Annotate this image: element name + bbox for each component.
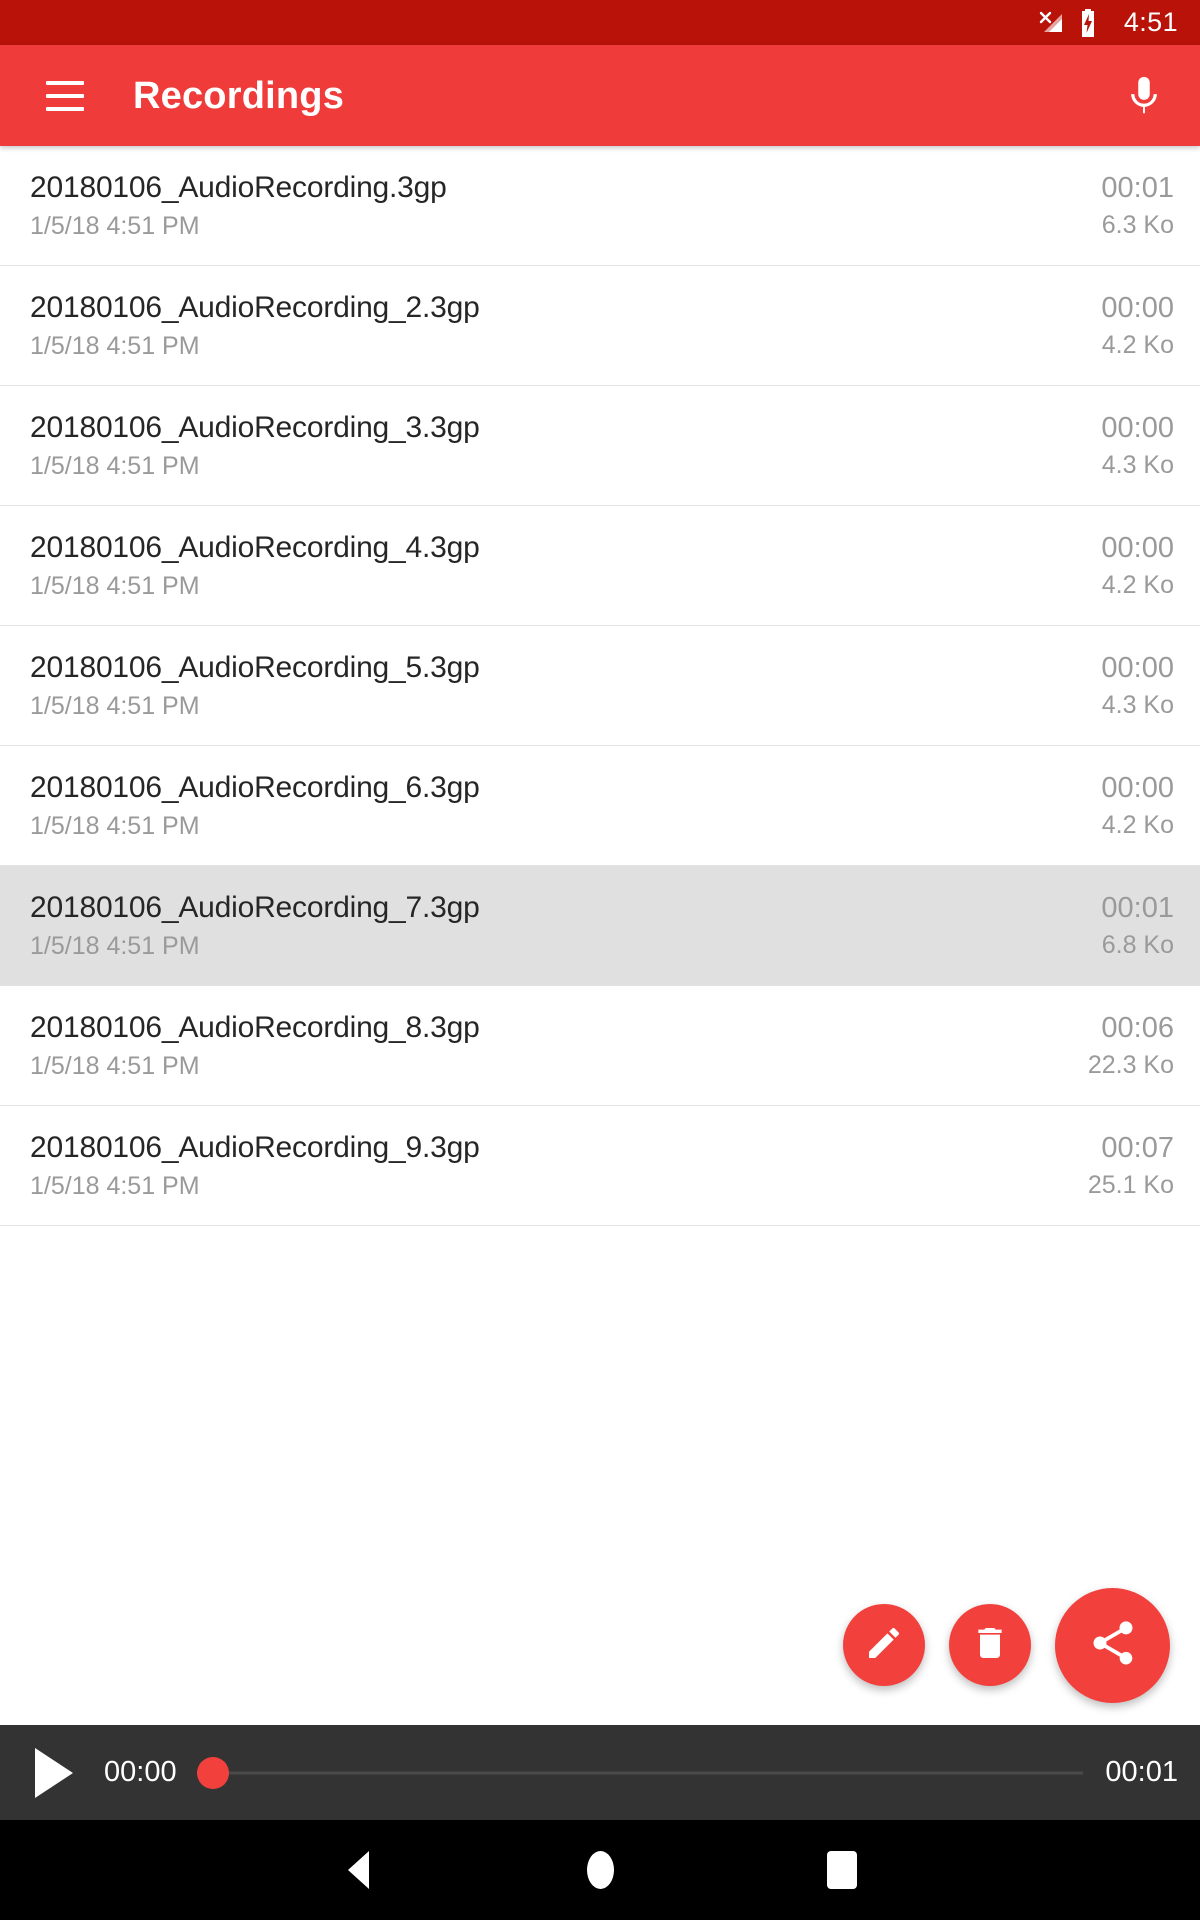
back-glyph: [347, 1851, 369, 1889]
recording-name: 20180106_AudioRecording_3.3gp: [30, 411, 480, 445]
recents-glyph: [827, 1851, 857, 1889]
row-left: 20180106_AudioRecording_5.3gp 1/5/18 4:5…: [30, 652, 480, 719]
cellular-no-sim-icon: [1038, 10, 1064, 36]
table-row[interactable]: 20180106_AudioRecording_3.3gp 1/5/18 4:5…: [0, 386, 1200, 506]
fab-group: [843, 1565, 1170, 1725]
row-left: 20180106_AudioRecording_4.3gp 1/5/18 4:5…: [30, 532, 480, 599]
recording-size: 22.3 Ko: [1087, 1051, 1174, 1080]
app-bar: Recordings: [0, 45, 1200, 146]
row-left: 20180106_AudioRecording_8.3gp 1/5/18 4:5…: [30, 1012, 480, 1079]
audio-player-bar: 00:00 00:01: [0, 1725, 1200, 1820]
recording-size: 25.1 Ko: [1087, 1171, 1174, 1200]
recording-duration: 00:00: [1101, 411, 1174, 444]
table-row[interactable]: 20180106_AudioRecording_5.3gp 1/5/18 4:5…: [0, 626, 1200, 746]
recording-size: 6.3 Ko: [1101, 211, 1174, 240]
table-row[interactable]: 20180106_AudioRecording_9.3gp 1/5/18 4:5…: [0, 1106, 1200, 1226]
delete-fab[interactable]: [949, 1604, 1031, 1686]
status-bar-clock: 4:51: [1123, 7, 1178, 37]
share-icon: [1087, 1617, 1139, 1674]
recording-duration: 00:07: [1101, 1131, 1174, 1164]
play-triangle: [35, 1747, 73, 1798]
status-bar: 4:51: [0, 0, 1200, 45]
recording-size: 4.2 Ko: [1101, 571, 1174, 600]
recording-name: 20180106_AudioRecording_7.3gp: [30, 891, 480, 925]
row-left: 20180106_AudioRecording_7.3gp 1/5/18 4:5…: [30, 892, 480, 959]
recording-name: 20180106_AudioRecording_5.3gp: [30, 651, 480, 685]
table-row[interactable]: 20180106_AudioRecording_4.3gp 1/5/18 4:5…: [0, 506, 1200, 626]
recording-date: 1/5/18 4:51 PM: [30, 211, 200, 240]
row-right: 00:01 6.3 Ko: [1101, 171, 1174, 240]
battery-charging-icon: [1078, 8, 1098, 38]
phone-screen: 4:51 Recordings 20180106_AudioRecording.…: [0, 0, 1200, 1920]
recording-duration: 00:00: [1101, 291, 1174, 324]
home-circle-icon[interactable]: [565, 1835, 635, 1905]
hamburger-menu-icon[interactable]: [42, 73, 88, 119]
table-row-selected[interactable]: 20180106_AudioRecording_7.3gp 1/5/18 4:5…: [0, 866, 1200, 986]
hamburger-bar: [46, 106, 84, 111]
row-left: 20180106_AudioRecording_3.3gp 1/5/18 4:5…: [30, 412, 480, 479]
row-right: 00:00 4.3 Ko: [1101, 651, 1174, 720]
recording-name: 20180106_AudioRecording_9.3gp: [30, 1131, 480, 1165]
row-left: 20180106_AudioRecording_6.3gp 1/5/18 4:5…: [30, 772, 480, 839]
recording-date: 1/5/18 4:51 PM: [30, 1051, 200, 1080]
recording-duration: 00:06: [1101, 1011, 1174, 1044]
microphone-icon[interactable]: [1114, 66, 1174, 126]
page-title: Recordings: [133, 74, 345, 117]
seek-slider[interactable]: [196, 1745, 1084, 1801]
row-right: 00:00 4.2 Ko: [1101, 771, 1174, 840]
recording-name: 20180106_AudioRecording_4.3gp: [30, 531, 480, 565]
android-navigation-bar: [0, 1820, 1200, 1920]
row-left: 20180106_AudioRecording.3gp 1/5/18 4:51 …: [30, 172, 447, 239]
player-total-time: 00:01: [1105, 1756, 1178, 1788]
recording-date: 1/5/18 4:51 PM: [30, 331, 200, 360]
pencil-icon: [864, 1623, 904, 1668]
recording-date: 1/5/18 4:51 PM: [30, 571, 200, 600]
recording-date: 1/5/18 4:51 PM: [30, 1171, 200, 1200]
row-right: 00:00 4.3 Ko: [1101, 411, 1174, 480]
recording-name: 20180106_AudioRecording_8.3gp: [30, 1011, 480, 1045]
row-right: 00:00 4.2 Ko: [1101, 291, 1174, 360]
recordings-list[interactable]: 20180106_AudioRecording.3gp 1/5/18 4:51 …: [0, 146, 1200, 1725]
recording-duration: 00:00: [1101, 531, 1174, 564]
recording-duration: 00:00: [1101, 771, 1174, 804]
recording-date: 1/5/18 4:51 PM: [30, 691, 200, 720]
edit-fab[interactable]: [843, 1604, 925, 1686]
recording-date: 1/5/18 4:51 PM: [30, 931, 200, 960]
row-right: 00:06 22.3 Ko: [1087, 1011, 1174, 1080]
recording-name: 20180106_AudioRecording_2.3gp: [30, 291, 480, 325]
back-triangle-icon[interactable]: [323, 1835, 393, 1905]
player-current-time: 00:00: [104, 1756, 177, 1788]
row-right: 00:07 25.1 Ko: [1087, 1131, 1174, 1200]
recording-duration: 00:01: [1101, 171, 1174, 204]
recording-name: 20180106_AudioRecording_6.3gp: [30, 771, 480, 805]
status-icons: 4:51: [1038, 8, 1178, 38]
hamburger-bar: [46, 93, 84, 98]
share-fab[interactable]: [1055, 1587, 1170, 1703]
recording-size: 4.3 Ko: [1101, 691, 1174, 720]
hamburger-bar: [46, 80, 84, 85]
recording-size: 4.3 Ko: [1101, 451, 1174, 480]
home-glyph: [586, 1851, 614, 1889]
recents-square-icon[interactable]: [807, 1835, 877, 1905]
play-icon[interactable]: [26, 1745, 82, 1801]
table-row[interactable]: 20180106_AudioRecording_2.3gp 1/5/18 4:5…: [0, 266, 1200, 386]
seek-track: [196, 1771, 1084, 1774]
recording-size: 4.2 Ko: [1101, 811, 1174, 840]
recording-size: 6.8 Ko: [1101, 931, 1174, 960]
table-row[interactable]: 20180106_AudioRecording_8.3gp 1/5/18 4:5…: [0, 986, 1200, 1106]
row-right: 00:01 6.8 Ko: [1101, 891, 1174, 960]
recording-duration: 00:01: [1101, 891, 1174, 924]
recording-name: 20180106_AudioRecording.3gp: [30, 171, 447, 205]
trash-icon: [970, 1623, 1010, 1668]
recording-date: 1/5/18 4:51 PM: [30, 811, 200, 840]
recording-size: 4.2 Ko: [1101, 331, 1174, 360]
recording-date: 1/5/18 4:51 PM: [30, 451, 200, 480]
row-left: 20180106_AudioRecording_9.3gp 1/5/18 4:5…: [30, 1132, 480, 1199]
row-left: 20180106_AudioRecording_2.3gp 1/5/18 4:5…: [30, 292, 480, 359]
recording-duration: 00:00: [1101, 651, 1174, 684]
table-row[interactable]: 20180106_AudioRecording_6.3gp 1/5/18 4:5…: [0, 746, 1200, 866]
seek-thumb[interactable]: [196, 1756, 229, 1789]
row-right: 00:00 4.2 Ko: [1101, 531, 1174, 600]
table-row[interactable]: 20180106_AudioRecording.3gp 1/5/18 4:51 …: [0, 146, 1200, 266]
